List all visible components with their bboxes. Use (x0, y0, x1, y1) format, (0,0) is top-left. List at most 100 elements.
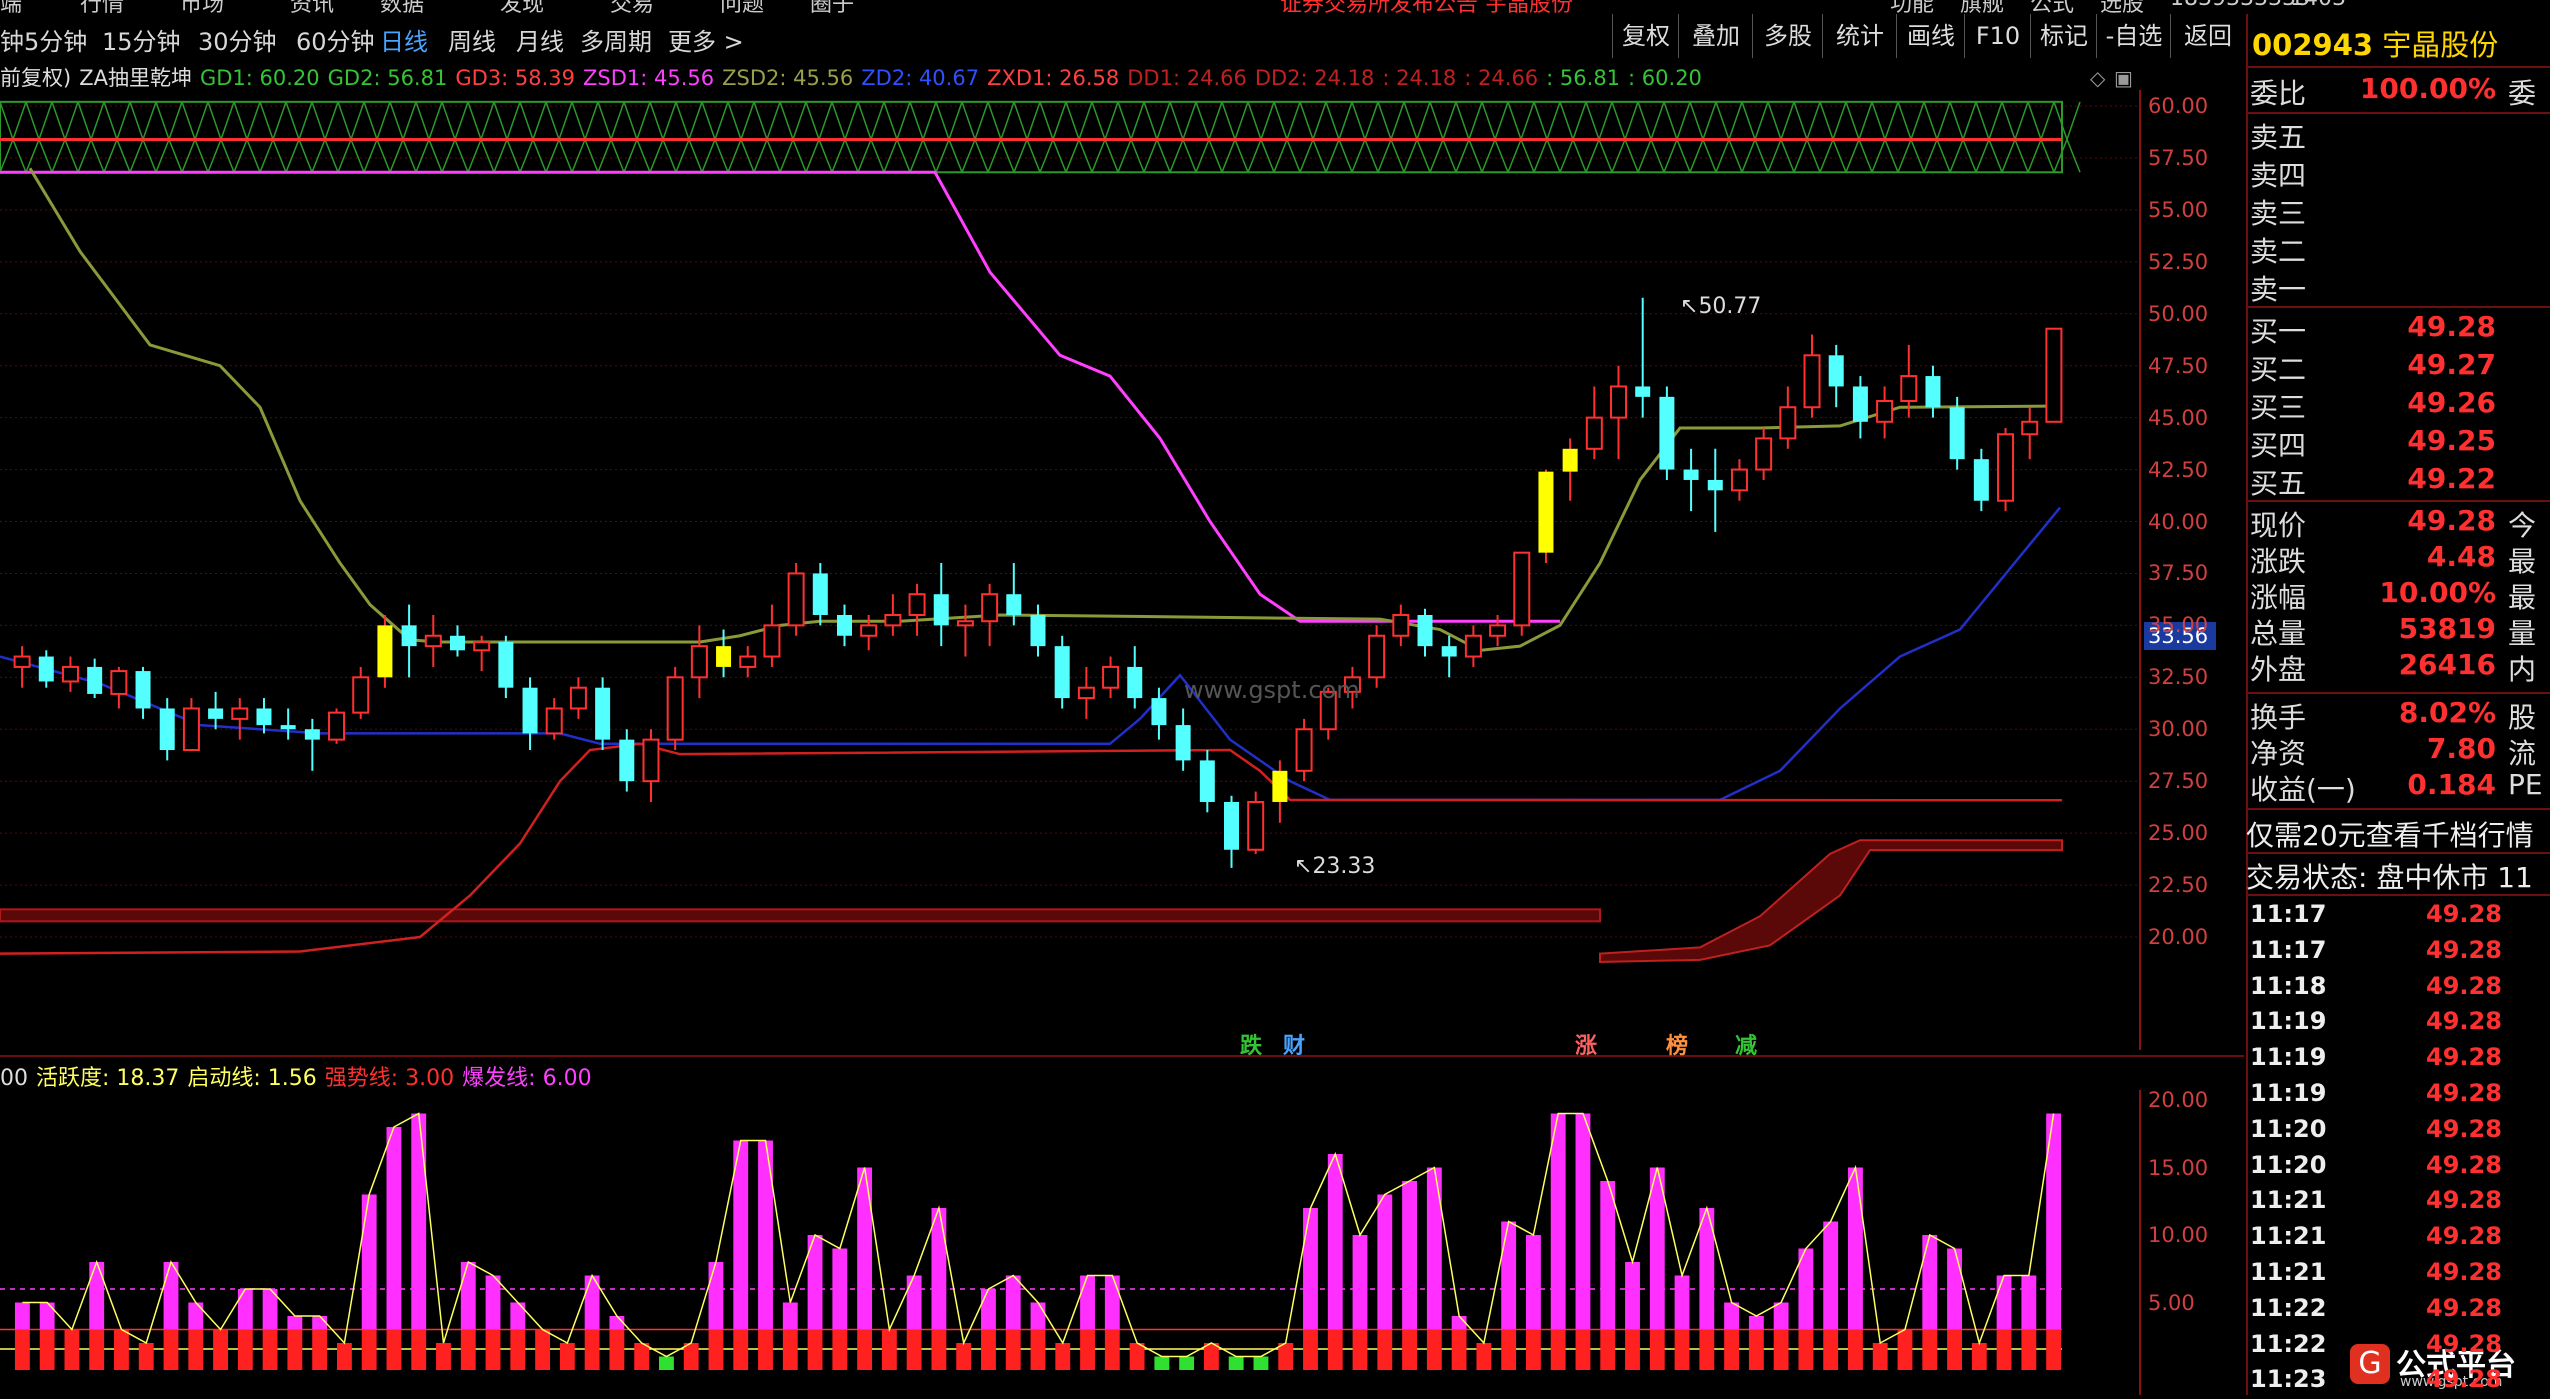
tick-price: 49.28 (2426, 1222, 2502, 1251)
toolbar-button[interactable]: F10 (1964, 14, 2031, 58)
quote-row: 总量 53819 量 (2246, 612, 2550, 650)
activity-bar-base (1525, 1329, 1541, 1370)
main-price-chart[interactable] (0, 90, 2244, 1050)
top-menu-item[interactable]: 数据 (380, 0, 424, 18)
tick-row: 11:19 49.28 (2246, 1079, 2550, 1113)
candle-down (1707, 479, 1723, 491)
top-menu-item[interactable]: 资讯 (290, 0, 334, 18)
stock-code: 002943 (2252, 28, 2374, 62)
top-menu-item[interactable]: 1403 (2290, 0, 2346, 11)
activity-bar-high (1303, 1208, 1318, 1330)
tick-row: 11:17 49.28 (2246, 900, 2550, 934)
quote-row: 买三 49.26 (2246, 386, 2550, 424)
toolbar-button[interactable]: 统计 (1822, 14, 1897, 58)
candle-up (352, 676, 370, 714)
quote-extra: 委 (2508, 77, 2537, 110)
sub-indicator-header: 00 活跃度: 18.37 启动线: 1.56 强势线: 3.00 爆发线: 6.00 (0, 1060, 600, 1091)
quote-label: 卖二 (2250, 235, 2307, 268)
top-menu-item[interactable]: 圈子 (810, 0, 854, 18)
top-menu-item[interactable]: 端 (0, 0, 22, 18)
candle-down (1828, 355, 1844, 387)
activity-chart[interactable] (0, 1090, 2244, 1395)
price-tick: 25.00 (2148, 821, 2209, 846)
period-tab[interactable]: 月线 (516, 22, 564, 57)
toolbar-button[interactable]: -自选 (2096, 14, 2171, 58)
toolbar-button[interactable]: 复权 (1612, 14, 1679, 58)
quote-separator (2246, 66, 2550, 68)
diamond-icon[interactable]: ◇ (2090, 66, 2105, 90)
period-tab[interactable]: 30分钟 (198, 22, 277, 57)
activity-bar-high (1377, 1194, 1393, 1330)
quote-label: 买一 (2250, 315, 2307, 348)
top-menu-item[interactable]: 问题 (720, 0, 764, 18)
activity-bar-base (287, 1329, 303, 1370)
candle-down (1925, 376, 1941, 408)
activity-bar-base (981, 1329, 996, 1370)
activity-bar-high (386, 1127, 402, 1330)
price-tick: 40.00 (2148, 509, 2209, 534)
top-menu-item[interactable]: 市场 (180, 0, 224, 18)
window-icon[interactable]: ▣ (2114, 66, 2133, 90)
candle-down (1006, 594, 1022, 615)
tick-time: 11:17 (2250, 935, 2327, 964)
signal-candle (716, 646, 732, 667)
activity-bar-base (1426, 1329, 1442, 1370)
top-menu-item[interactable]: 发现 (500, 0, 544, 18)
candle-up (1295, 728, 1313, 772)
period-tab[interactable]: 周线 (448, 22, 496, 57)
top-menu-item[interactable]: 证券交易所发布公告 宇晶股份 (1280, 0, 1573, 18)
period-tab[interactable]: 日线 (380, 22, 428, 57)
candle-up (473, 640, 491, 652)
top-menu-item[interactable]: 1839333333 (2170, 0, 2310, 11)
activity-bar-mid (1278, 1343, 1294, 1370)
tick-price: 49.28 (2426, 1043, 2502, 1072)
period-tab[interactable]: 多周期 (580, 22, 652, 57)
quote-value: 7.80 (2426, 732, 2496, 765)
activity-bar-base (89, 1329, 105, 1370)
activity-bar-high (485, 1275, 501, 1330)
quote-extra: 最 (2508, 581, 2537, 614)
quote-row: 卖四 (2246, 154, 2550, 192)
tick-price: 49.28 (2426, 1186, 2502, 1215)
toolbar-button[interactable]: 叠加 (1678, 14, 1753, 58)
quote-row: 买二 49.27 (2246, 348, 2550, 386)
toolbar-button[interactable]: 画线 (1896, 14, 1965, 58)
activity-bar-mid (1872, 1343, 1888, 1370)
period-tab[interactable]: 钟 (0, 22, 24, 57)
activity-bar-base (1947, 1329, 1962, 1370)
toolbar-button[interactable]: 标记 (2030, 14, 2097, 58)
top-band-zigzag (0, 101, 2081, 173)
price-tick: 32.50 (2148, 665, 2209, 690)
period-tab[interactable]: 60分钟 (296, 22, 375, 57)
stock-header[interactable]: 002943 宇晶股份 (2252, 22, 2498, 64)
period-tab[interactable]: 15分钟 (102, 22, 181, 57)
tick-time: 11:20 (2250, 1150, 2327, 1179)
indicator-value: DD1: 24.66 (1127, 66, 1247, 90)
activity-bar-base (1996, 1329, 2012, 1370)
price-tick: 27.50 (2148, 769, 2209, 794)
activity-bar-high (782, 1302, 798, 1330)
price-tick: 52.50 (2148, 249, 2209, 274)
activity-bar-low (659, 1356, 674, 1370)
quote-row: 涨跌 4.48 最 (2246, 540, 2550, 578)
tick-time: 11:18 (2250, 971, 2327, 1000)
period-tab[interactable]: 5分钟 (24, 22, 87, 57)
top-menu-item[interactable]: 行情 (80, 0, 124, 18)
quote-value: 0.184 (2407, 768, 2496, 801)
activity-bar-high (981, 1289, 996, 1330)
activity-bar-high (1501, 1221, 1517, 1330)
activity-bar-high (14, 1302, 30, 1330)
toolbar-button[interactable]: 返回 (2170, 14, 2245, 58)
candle-up (182, 707, 200, 752)
promo-text[interactable]: 仅需20元查看千档行情 (2246, 814, 2550, 854)
activity-bar-base (1080, 1329, 1095, 1370)
activity-bar-high (1748, 1316, 1764, 1330)
quote-value: 49.22 (2407, 462, 2496, 495)
toolbar-button[interactable]: 多股 (1752, 14, 1823, 58)
activity-bar-mid (1897, 1329, 1913, 1370)
period-tab[interactable]: 更多 > (668, 22, 744, 57)
candle-up (1755, 437, 1773, 471)
top-menu-item[interactable]: 交易 (610, 0, 654, 18)
quote-row: 净资 7.80 流 (2246, 732, 2550, 770)
activity-bar-base (188, 1329, 204, 1370)
